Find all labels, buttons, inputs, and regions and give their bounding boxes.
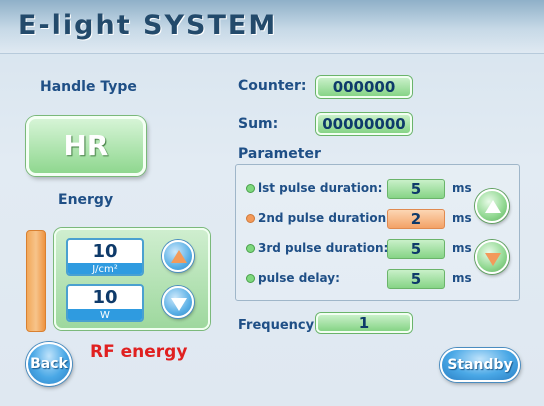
energy-level-bar <box>26 230 46 332</box>
param-value-box[interactable]: 5 <box>387 269 445 289</box>
energy-down-button[interactable] <box>162 286 194 318</box>
triangle-down-icon <box>485 253 501 266</box>
param-row-label: 2nd pulse duration: <box>258 211 391 225</box>
counter-display: 000000 <box>316 76 412 98</box>
energy-label: Energy <box>58 192 114 208</box>
parameter-up-button[interactable] <box>475 189 509 223</box>
param-row-label: lst pulse duration: <box>258 181 383 195</box>
param-value-box[interactable]: 2 <box>387 209 445 229</box>
sum-display: 00000000 <box>316 113 412 135</box>
param-row-label: 3rd pulse duration: <box>258 241 389 255</box>
back-button[interactable]: Back <box>26 342 72 386</box>
header-bar: E-light SYSTEM <box>0 0 544 54</box>
frequency-display[interactable]: 1 <box>316 313 412 333</box>
energy-panel: 10 J/cm² 10 W <box>54 228 210 330</box>
handle-type-label: Handle Type <box>40 79 137 95</box>
power-value: 10 <box>92 287 118 308</box>
param-unit: ms <box>452 271 472 285</box>
param-value-box[interactable]: 5 <box>387 239 445 259</box>
power-display: 10 W <box>66 284 144 322</box>
status-dot <box>246 244 255 253</box>
machine-screen: E-light SYSTEM Handle Type HR Energy 10 … <box>0 0 544 406</box>
param-unit: ms <box>452 211 472 225</box>
fluence-value: 10 <box>92 241 118 262</box>
param-unit: ms <box>452 241 472 255</box>
frequency-label: Frequency: <box>238 318 320 333</box>
sum-label: Sum: <box>238 116 279 132</box>
power-unit: W <box>68 309 142 320</box>
status-dot <box>246 184 255 193</box>
param-value-box[interactable]: 5 <box>387 179 445 199</box>
fluence-unit: J/cm² <box>68 263 142 274</box>
triangle-up-icon <box>171 250 187 263</box>
parameter-down-button[interactable] <box>475 240 509 274</box>
counter-label: Counter: <box>238 78 307 94</box>
energy-up-button[interactable] <box>162 240 194 272</box>
status-message: RF energy <box>90 342 188 362</box>
status-dot <box>246 274 255 283</box>
param-row-label: pulse delay: <box>258 271 340 285</box>
triangle-down-icon <box>171 298 187 311</box>
param-unit: ms <box>452 181 472 195</box>
handle-type-button[interactable]: HR <box>26 116 146 176</box>
triangle-up-icon <box>485 200 501 213</box>
standby-button[interactable]: Standby <box>440 348 520 382</box>
status-dot <box>246 214 255 223</box>
app-title: E-light SYSTEM <box>18 10 278 41</box>
parameter-title: Parameter <box>238 146 321 162</box>
fluence-display: 10 J/cm² <box>66 238 144 276</box>
